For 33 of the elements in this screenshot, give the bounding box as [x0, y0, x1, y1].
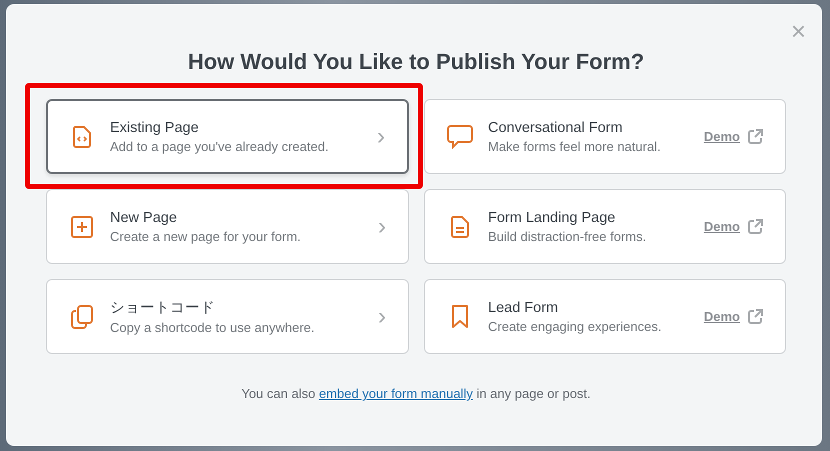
code-file-icon	[73, 126, 91, 148]
chevron-icon: ›	[377, 122, 385, 150]
chevron-icon: ›	[378, 212, 386, 240]
bookmark-icon	[451, 304, 469, 328]
external-link-icon[interactable]	[748, 129, 763, 144]
option-title: New Page	[110, 210, 178, 226]
external-link-icon[interactable]	[748, 219, 763, 234]
option-description: Make forms feel more natural.	[488, 138, 662, 154]
footer-note: You can also embed your form manually in any page or post.	[240, 386, 592, 401]
external-link-icon[interactable]	[748, 309, 763, 324]
option-description: Add to a page you've already created.	[110, 138, 330, 154]
option-description: Create engaging experiences.	[488, 318, 662, 334]
option-card[interactable]: ショートコード Copy a shortcode to use anywhere. ›	[46, 279, 409, 354]
option-description: Build distraction-free forms.	[488, 228, 648, 244]
embed-link[interactable]: embed your form manually	[318, 386, 473, 401]
copy-icon	[71, 304, 93, 328]
option-title: Conversational Form	[488, 120, 624, 136]
option-title: Lead Form	[488, 300, 560, 316]
option-title: Existing Page	[110, 120, 200, 136]
option-card[interactable]: Existing Page Add to a page you've already created. ›	[46, 99, 409, 174]
option-card[interactable]: Conversational Form Make forms feel more natural. Demo	[424, 99, 786, 174]
option-title: ショートコード	[110, 299, 216, 317]
speech-bubble-icon	[447, 124, 473, 148]
option-description: Create a new page for your form.	[110, 228, 302, 244]
plus-square-icon	[71, 216, 93, 238]
dialog-title: How Would You Like to Publish Your Form?	[186, 49, 646, 75]
option-title: Form Landing Page	[488, 210, 616, 226]
option-card[interactable]: Lead Form Create engaging experiences. Demo	[424, 279, 786, 354]
option-description: Copy a shortcode to use anywhere.	[110, 320, 316, 335]
document-icon	[451, 216, 469, 238]
option-card[interactable]: Form Landing Page Build distraction-free forms. Demo	[424, 189, 786, 264]
chevron-icon: ›	[378, 302, 386, 330]
option-card[interactable]: New Page Create a new page for your form. ›	[46, 189, 409, 264]
